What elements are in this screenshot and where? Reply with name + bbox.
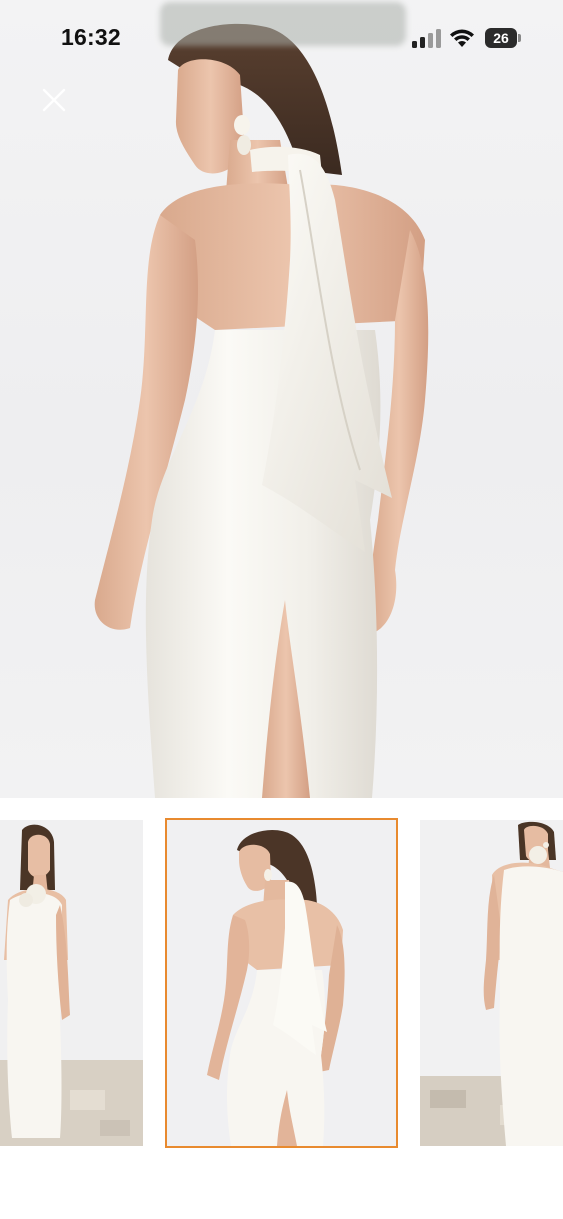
battery-icon: 26 bbox=[485, 27, 521, 48]
main-product-image[interactable] bbox=[0, 0, 563, 798]
thumbnail-front-view[interactable] bbox=[0, 820, 143, 1146]
signal-icon bbox=[412, 29, 441, 48]
battery-percentage: 26 bbox=[493, 29, 509, 46]
close-button[interactable] bbox=[38, 84, 70, 116]
wifi-icon bbox=[450, 29, 474, 47]
thumbnail-strip[interactable] bbox=[0, 818, 563, 1150]
close-icon bbox=[42, 88, 66, 112]
notification-blur bbox=[160, 2, 406, 46]
battery-level: 26 bbox=[485, 27, 518, 48]
status-time: 16:32 bbox=[61, 24, 121, 50]
product-image-viewer: 16:32 26 bbox=[0, 0, 563, 1219]
status-bar: 16:32 26 bbox=[0, 0, 563, 72]
thumbnail-back-view[interactable] bbox=[165, 818, 398, 1148]
thumbnail-side-view[interactable] bbox=[420, 820, 563, 1146]
